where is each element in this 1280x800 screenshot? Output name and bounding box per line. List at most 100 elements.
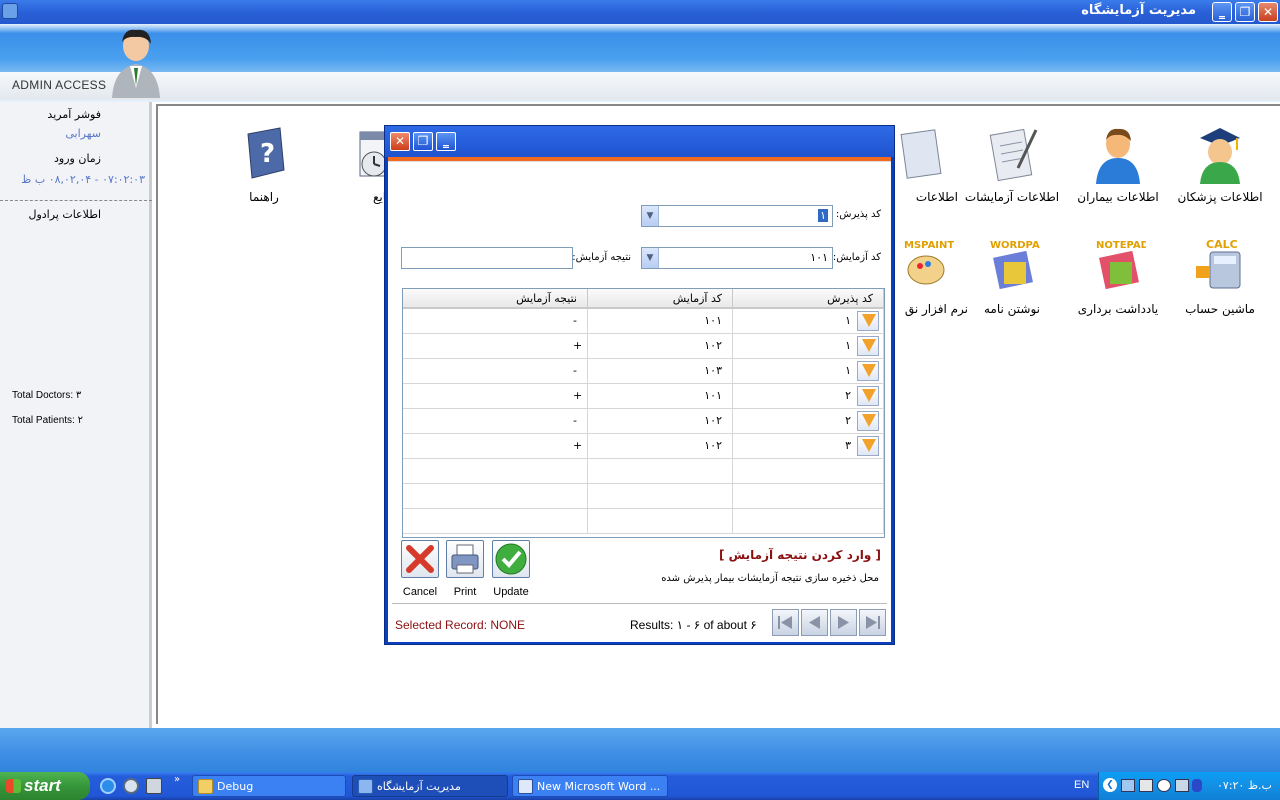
speaker-icon[interactable] (1175, 779, 1189, 792)
notepad-shortcut[interactable]: NOTEPAD یادداشت برداری (1070, 236, 1166, 316)
cell-admission: ۲ (733, 384, 884, 408)
app-icon[interactable] (2, 3, 18, 19)
maximize-button[interactable]: ❐ (1235, 2, 1255, 22)
table-row[interactable]: ۱ ۱۰۱ - (403, 309, 884, 334)
cell-value: + (573, 439, 583, 452)
task-debug[interactable]: Debug (192, 775, 346, 797)
select-row-arrow-icon[interactable] (857, 386, 879, 406)
patients-info-shortcut[interactable]: اطلاعات بیماران (1070, 124, 1166, 204)
results-count: Results: ۱ - ۶ of about ۶ (630, 618, 757, 632)
select-row-arrow-icon[interactable] (857, 436, 879, 456)
select-row-arrow-icon[interactable] (857, 336, 879, 356)
cell-admission: ۱ (733, 359, 884, 383)
cell-result: + (403, 334, 588, 358)
cell-value: - (573, 414, 577, 427)
close-button[interactable]: ✕ (1258, 2, 1278, 22)
table-row[interactable]: ۲ ۱۰۱ + (403, 384, 884, 409)
footer-band (0, 728, 1280, 772)
dialog-close-button[interactable]: ✕ (390, 132, 410, 151)
cell-value: ۱۰۳ (704, 364, 722, 377)
profile-info-link[interactable]: اطلاعات پرادول (28, 208, 101, 221)
start-button[interactable]: start (0, 772, 90, 800)
cell-result (403, 459, 588, 483)
cell-result: - (403, 409, 588, 433)
word-icon (518, 779, 533, 794)
previous-page-button[interactable] (801, 609, 828, 636)
last-page-button[interactable] (859, 609, 886, 636)
dialog-maximize-button[interactable]: ❐ (413, 132, 433, 151)
tray-app-icon[interactable] (1157, 779, 1171, 792)
cell-value: ۱۰۲ (704, 439, 722, 452)
clock-display[interactable]: ب.ظ ۰۷:۲۰ (1217, 779, 1272, 792)
table-row[interactable]: ۳ ۱۰۲ + (403, 434, 884, 459)
cell-admission: ۳ (733, 434, 884, 458)
wordpad-shortcut[interactable]: WORDPAD نوشتن نامه (964, 236, 1060, 316)
column-header-test[interactable]: کد آزمایش (588, 289, 733, 309)
show-desktop-icon[interactable] (146, 778, 162, 794)
cell-value: + (573, 389, 583, 402)
table-row[interactable]: ۱ ۱۰۲ + (403, 334, 884, 359)
print-button[interactable] (446, 540, 484, 578)
admission-code-combo[interactable]: ▼ ۱ (641, 205, 833, 227)
task-lab-management[interactable]: مدیریت آزمایشگاه (352, 775, 508, 797)
network-icon[interactable] (1121, 779, 1135, 792)
first-page-button[interactable] (772, 609, 799, 636)
task-word[interactable]: New Microsoft Word ... (512, 775, 668, 797)
cancel-button[interactable] (401, 540, 439, 578)
notepad-icon: NOTEPAD (1090, 236, 1149, 296)
cell-value: ۱۰۱ (704, 389, 722, 402)
taskbar: start » Debug مدیریت آزمایشگاه New Micro… (0, 772, 1280, 800)
tray-expand-icon[interactable]: ❮ (1103, 778, 1117, 792)
select-row-arrow-icon[interactable] (857, 311, 879, 331)
cell-admission: ۲ (733, 409, 884, 433)
select-row-arrow-icon[interactable] (857, 361, 879, 381)
test-code-combo[interactable]: ▼ ۱۰۱ (641, 247, 833, 269)
admission-code-label: کد پذیرش: (835, 209, 881, 220)
next-page-button[interactable] (830, 609, 857, 636)
quicklaunch-chevron-icon[interactable]: » (174, 774, 180, 785)
dialog-minimize-button[interactable]: ‗ (436, 132, 456, 151)
left-info-panel: فوشر آمرید سهرابی زمان ورود ۰۷:۰۲:۰۳ - ۰… (0, 102, 152, 728)
update-label[interactable]: Update (486, 586, 536, 598)
cell-test: ۱۰۲ (588, 434, 733, 458)
bluetooth-icon[interactable] (1192, 779, 1202, 792)
cell-admission: ۱ (733, 334, 884, 358)
language-indicator[interactable]: EN (1074, 779, 1089, 791)
cell-test: ۱۰۲ (588, 409, 733, 433)
minimize-button[interactable]: ‗ (1212, 2, 1232, 22)
update-button[interactable] (492, 540, 530, 578)
windows-flag-icon (6, 779, 21, 793)
test-result-label: نتیجه آزمایش: (572, 252, 631, 263)
column-header-result[interactable]: نتیجه آزمایش (403, 289, 588, 309)
print-label[interactable]: Print (440, 586, 490, 598)
select-row-arrow-icon[interactable] (857, 411, 879, 431)
table-row (403, 459, 884, 484)
section-title: [ وارد کردن نتیجه آزمایش ] (719, 548, 881, 562)
svg-text:NOTEPAD: NOTEPAD (1096, 240, 1146, 251)
cell-value: ۱ (845, 339, 851, 352)
column-header-admission[interactable]: کد پذیرش (733, 289, 884, 309)
arrow-down-icon (862, 389, 876, 402)
table-row[interactable]: ۲ ۱۰۲ - (403, 409, 884, 434)
doctors-info-shortcut[interactable]: اطلاعات پزشکان (1172, 124, 1268, 204)
cell-value: ۱ (845, 314, 851, 327)
calculator-shortcut[interactable]: CALC ماشین حساب (1172, 236, 1268, 316)
wordpad-icon: WORDPAD (984, 236, 1048, 296)
admission-code-value: ۱ (818, 209, 828, 222)
shortcut-label: یادداشت برداری (1077, 302, 1159, 316)
internet-explorer-icon[interactable] (100, 778, 116, 794)
table-row[interactable]: ۱ ۱۰۳ - (403, 359, 884, 384)
arrow-down-icon (862, 439, 876, 452)
help-shortcut[interactable]: ? راهنما (216, 124, 312, 204)
header-stripe (0, 72, 1280, 100)
test-result-input[interactable] (401, 247, 573, 269)
cell-test (588, 509, 733, 533)
chevron-down-icon[interactable]: ▼ (642, 248, 659, 268)
left-panel-divider (0, 200, 152, 201)
cancel-label[interactable]: Cancel (395, 586, 445, 598)
monitor-icon[interactable] (1139, 779, 1153, 792)
tests-info-shortcut[interactable]: اطلاعات آزمایشات (964, 124, 1060, 204)
shortcut-label: اطلاعات پزشکان (1177, 190, 1263, 204)
chevron-down-icon[interactable]: ▼ (642, 206, 659, 226)
clock-icon[interactable] (123, 778, 139, 794)
